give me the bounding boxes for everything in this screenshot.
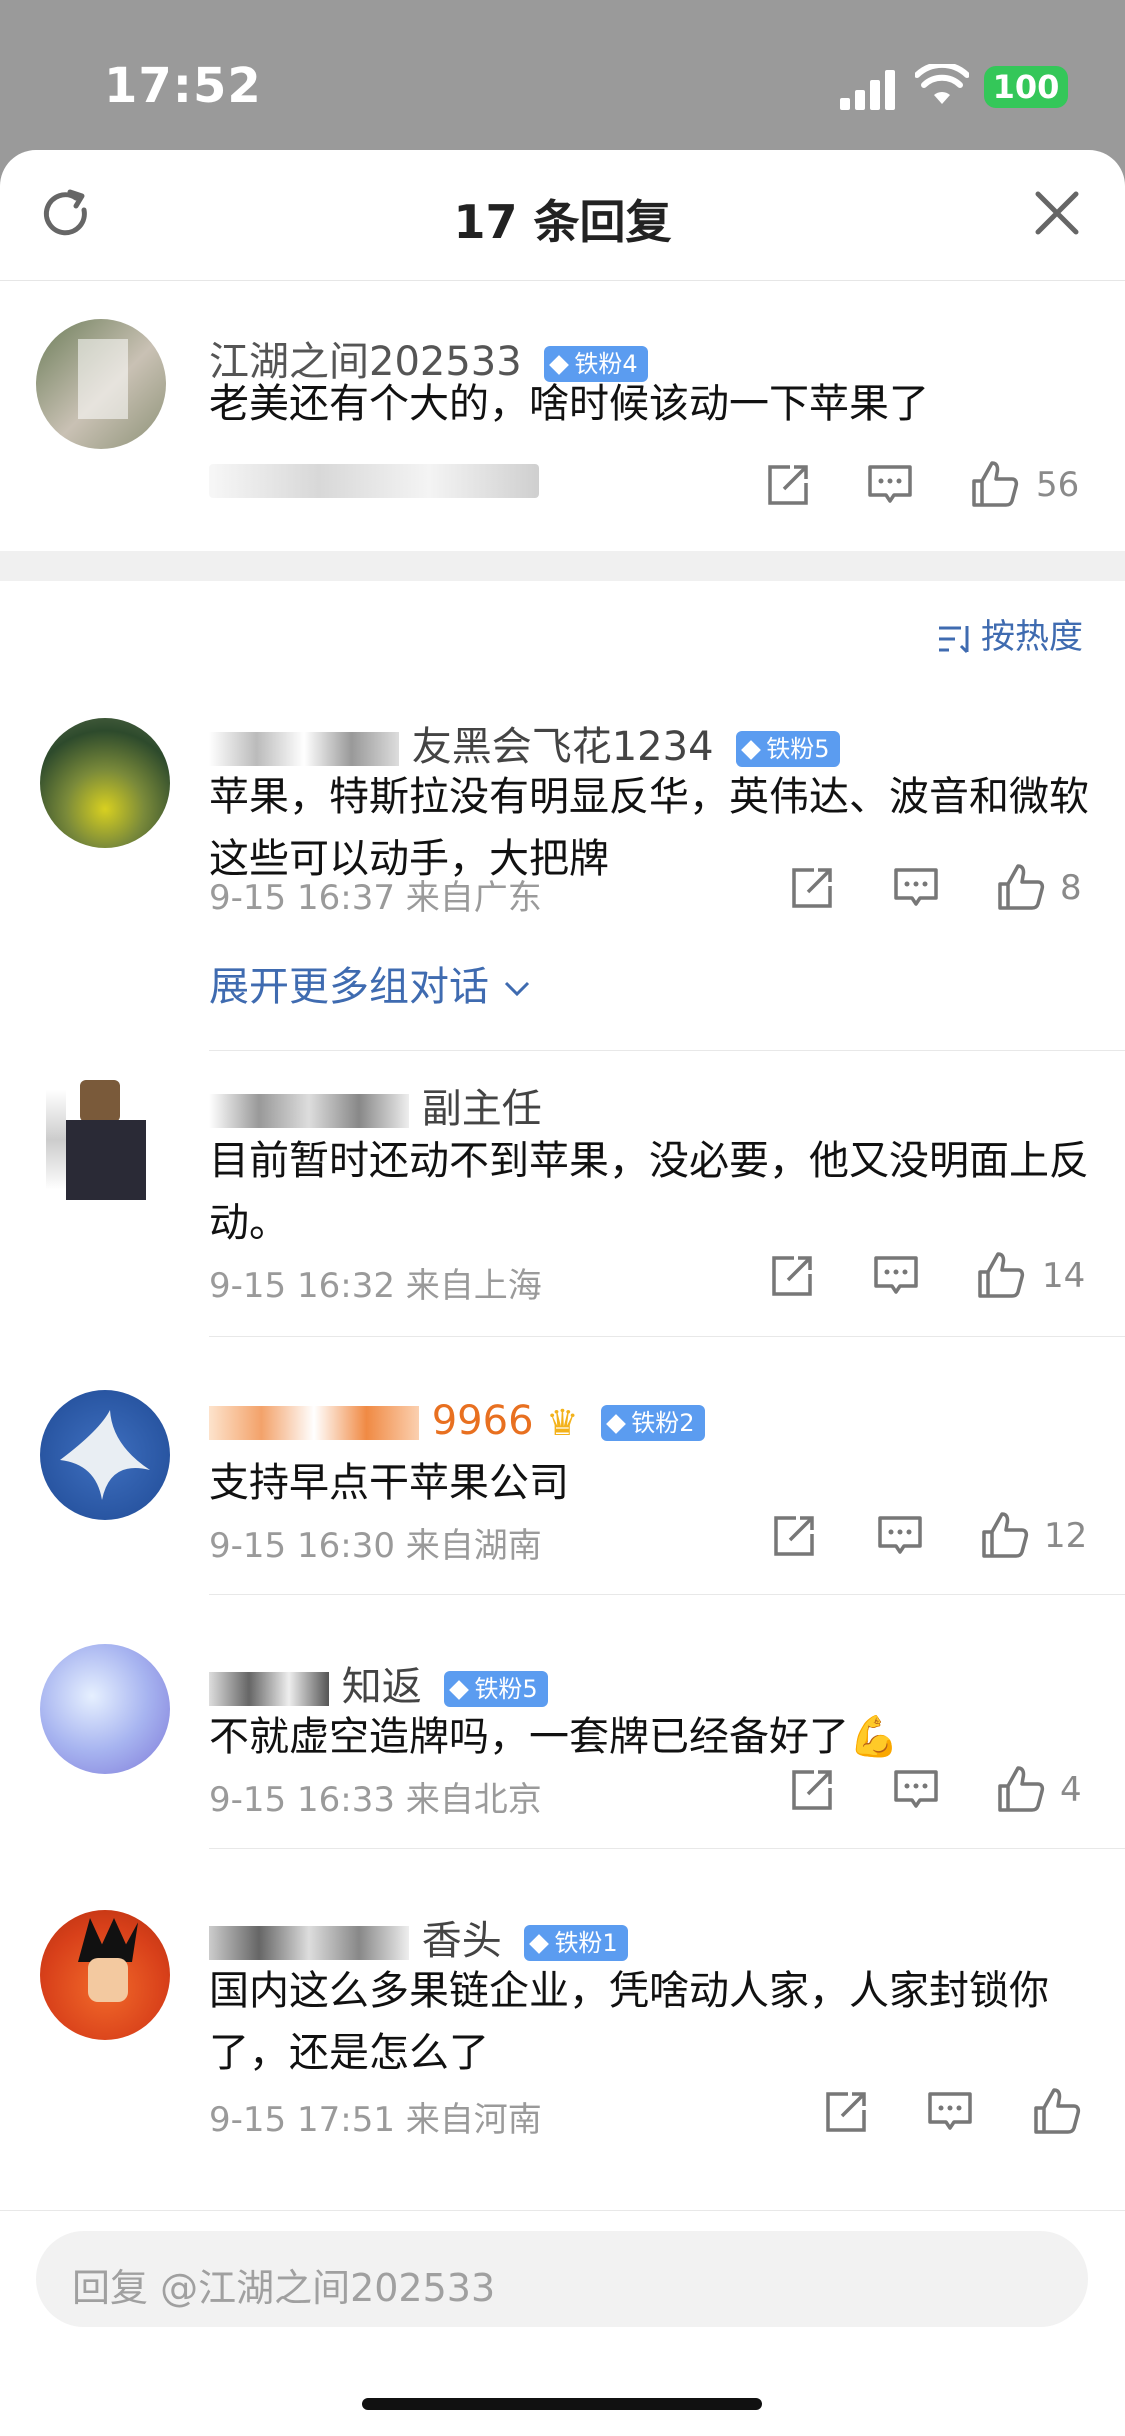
share-icon[interactable]	[762, 459, 814, 511]
reply-item: 知返 铁粉5 不就虚空造牌吗，一套牌已经备好了💪 9-15 16:33 来自北京…	[0, 1644, 1125, 1904]
avatar[interactable]	[40, 718, 170, 848]
sort-button[interactable]: 按热度	[935, 609, 1083, 658]
divider	[209, 1594, 1125, 1595]
fan-badge: 铁粉5	[736, 731, 840, 767]
like-icon[interactable]	[974, 1250, 1026, 1302]
battery-indicator: 100	[984, 66, 1068, 108]
comment-meta: 9-15 16:37 来自广东	[209, 878, 542, 918]
divider	[209, 1050, 1125, 1051]
comment-text: 老美还有个大的，啥时候该动一下苹果了	[209, 381, 929, 427]
reply-item: 友黑会飞花1234 铁粉5 苹果，特斯拉没有明显反华，英伟达、波音和微软这些可以…	[0, 710, 1125, 1110]
status-bar: 17:52 100	[0, 0, 1125, 150]
comment-icon[interactable]	[924, 2086, 976, 2138]
avatar[interactable]	[40, 1644, 170, 1774]
sort-icon	[939, 625, 969, 653]
name-mask	[209, 1094, 409, 1128]
chevron-down-icon	[504, 981, 529, 997]
comment-meta: 9-15 16:33 来自北京	[209, 1780, 542, 1820]
comment-text: 国内这么多果链企业，凭啥动人家，人家封锁你了，还是怎么了	[209, 1968, 1049, 2076]
like-count: 4	[1060, 1770, 1082, 1810]
comment-meta: 9-15 16:30 来自湖南	[209, 1526, 542, 1566]
like-count: 12	[1044, 1516, 1088, 1556]
share-icon[interactable]	[786, 1764, 838, 1816]
divider	[209, 1848, 1125, 1849]
name-mask	[209, 732, 399, 766]
avatar[interactable]	[40, 1390, 170, 1520]
like-icon[interactable]	[994, 862, 1046, 914]
comment-icon[interactable]	[890, 1764, 942, 1816]
sheet-title: 17 条回复	[453, 195, 672, 249]
comment-text: 不就虚空造牌吗，一套牌已经备好了💪	[209, 1714, 899, 1760]
avatar[interactable]	[36, 319, 166, 449]
like-icon[interactable]	[1030, 2086, 1082, 2138]
comment-meta: 9-15 16:32 来自上海	[209, 1266, 542, 1306]
reply-input[interactable]: 回复 @江湖之间202533	[36, 2231, 1088, 2327]
expand-conversation-link[interactable]: 展开更多组对话	[209, 954, 532, 1012]
fan-badge: 铁粉2	[601, 1405, 705, 1441]
reply-item: 香头 铁粉1 国内这么多果链企业，凭啥动人家，人家封锁你了，还是怎么了 9-15…	[0, 1900, 1125, 2230]
crown-icon: ♛	[546, 1402, 579, 1444]
section-divider	[0, 551, 1125, 581]
username[interactable]: 9966 ♛ 铁粉2	[209, 1398, 705, 1444]
status-time: 17:52	[104, 58, 262, 114]
like-count: 14	[1042, 1256, 1086, 1296]
username[interactable]: 香头 铁粉1	[209, 1908, 628, 1966]
reply-item: 副主任 目前暂时还动不到苹果，没必要，他又没明面上反动。 9-15 16:32 …	[0, 1070, 1125, 1390]
signal-icon	[840, 70, 900, 110]
name-mask	[209, 1672, 329, 1706]
divider	[209, 1336, 1125, 1337]
username[interactable]: 知返 铁粉5	[209, 1654, 548, 1712]
wifi-icon	[915, 64, 969, 104]
like-count: 56	[1036, 465, 1080, 505]
username[interactable]: 友黑会飞花1234 铁粉5	[209, 714, 840, 772]
reply-item: 9966 ♛ 铁粉2 支持早点干苹果公司 9-15 16:30 来自湖南 12	[0, 1390, 1125, 1650]
fan-badge: 铁粉5	[444, 1671, 548, 1707]
home-indicator	[362, 2398, 762, 2410]
close-icon[interactable]	[1034, 190, 1080, 236]
share-icon[interactable]	[766, 1250, 818, 1302]
name-mask	[209, 1406, 419, 1440]
username[interactable]: 副主任	[209, 1076, 542, 1134]
share-icon[interactable]	[768, 1510, 820, 1562]
share-icon[interactable]	[786, 862, 838, 914]
comment-icon[interactable]	[870, 1250, 922, 1302]
like-icon[interactable]	[968, 459, 1020, 511]
like-icon[interactable]	[994, 1764, 1046, 1816]
reply-placeholder: 回复 @江湖之间202533	[72, 2266, 496, 2310]
comment-text: 支持早点干苹果公司	[209, 1460, 569, 1506]
sort-row: 按热度	[0, 581, 1125, 671]
avatar[interactable]	[36, 1070, 166, 1200]
sheet-header: 17 条回复	[0, 150, 1125, 281]
comment-icon[interactable]	[864, 459, 916, 511]
avatar[interactable]	[40, 1910, 170, 2040]
replies-sheet: 17 条回复 江湖之间202533 铁粉4 老美还有个大的，啥时候该动一下苹果了…	[0, 150, 1125, 2436]
share-icon[interactable]	[820, 2086, 872, 2138]
comment-icon[interactable]	[890, 862, 942, 914]
like-count: 8	[1060, 868, 1082, 908]
fan-badge: 铁粉1	[524, 1925, 628, 1961]
bottom-divider	[0, 2210, 1125, 2211]
comment-icon[interactable]	[874, 1510, 926, 1562]
comment-meta	[209, 464, 539, 498]
comment-text: 目前暂时还动不到苹果，没必要，他又没明面上反动。	[209, 1138, 1089, 1246]
name-mask	[209, 1926, 409, 1960]
like-icon[interactable]	[978, 1510, 1030, 1562]
comment-meta: 9-15 17:51 来自河南	[209, 2100, 542, 2140]
root-comment: 江湖之间202533 铁粉4 老美还有个大的，啥时候该动一下苹果了 56	[0, 281, 1125, 551]
